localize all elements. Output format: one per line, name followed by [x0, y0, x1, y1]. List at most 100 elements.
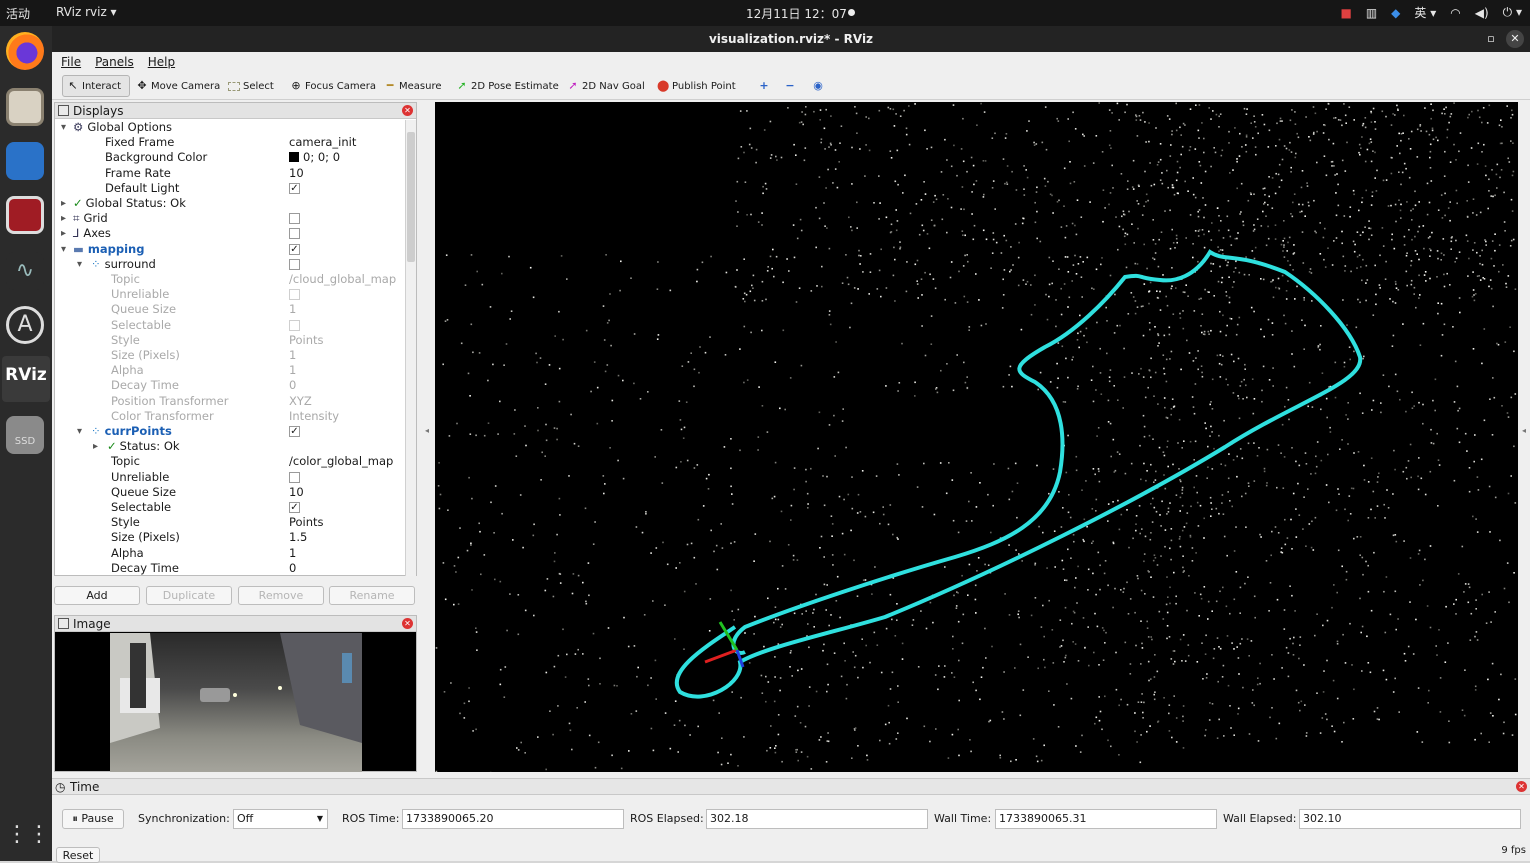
clock[interactable]: 12月11日 12：07	[746, 5, 847, 22]
remove-tool-button[interactable]: −	[780, 75, 800, 97]
scrollbar-thumb[interactable]	[407, 132, 415, 262]
tree-row[interactable]: Topic/cloud_global_map	[55, 272, 405, 287]
add-tool-button[interactable]: +	[754, 75, 774, 97]
wifi-icon[interactable]: ◠	[1450, 6, 1460, 20]
color-swatch[interactable]	[289, 152, 299, 162]
text-editor-icon[interactable]	[6, 142, 44, 180]
messenger-icon[interactable]: ◆	[1391, 6, 1400, 20]
property-value-cell[interactable]: XYZ	[289, 394, 312, 409]
tree-row[interactable]: Fixed Framecamera_init	[55, 135, 405, 150]
property-value-cell[interactable]: 0; 0; 0	[289, 150, 340, 165]
expand-down-icon[interactable]: ▾	[61, 242, 66, 257]
property-value-cell[interactable]: Points	[289, 515, 324, 530]
power-icon[interactable]: ⏻ ▾	[1503, 5, 1522, 20]
input-method-indicator[interactable]: 英 ▾	[1414, 4, 1436, 21]
expand-down-icon[interactable]: ▾	[77, 257, 82, 272]
close-panel-icon[interactable]: ✕	[402, 105, 413, 116]
property-value-cell[interactable]: 10	[289, 485, 304, 500]
tree-row[interactable]: ▾⁘surround	[55, 257, 405, 272]
property-value-cell[interactable]: /cloud_global_map	[289, 272, 396, 287]
tree-row[interactable]: StylePoints	[55, 515, 405, 530]
close-window-icon[interactable]: ✕	[1506, 30, 1524, 48]
property-value[interactable]: /cloud_global_map	[289, 272, 396, 286]
close-image-panel-icon[interactable]: ✕	[402, 618, 413, 629]
property-value-cell[interactable]: 0	[289, 561, 296, 576]
nav-goal-tool[interactable]: ➚2D Nav Goal	[563, 75, 649, 97]
tool-properties-button[interactable]: ◉	[808, 75, 828, 97]
property-value[interactable]: Points	[289, 515, 324, 529]
property-value-cell[interactable]: 10	[289, 166, 304, 181]
property-value-cell[interactable]: 1	[289, 546, 296, 561]
property-value-cell[interactable]: camera_init	[289, 135, 356, 150]
menu-help[interactable]: Help	[148, 52, 175, 72]
checkbox[interactable]	[289, 320, 300, 331]
checkbox[interactable]	[289, 259, 300, 270]
tree-row[interactable]: Default Light✓	[55, 181, 405, 196]
right-splitter-handle[interactable]: ◂	[1522, 426, 1526, 435]
tree-row[interactable]: ▾⁘currPoints✓	[55, 424, 405, 439]
show-apps-icon[interactable]: ⋮⋮⋮	[6, 816, 44, 854]
tree-row[interactable]: Queue Size1	[55, 302, 405, 317]
tree-row[interactable]: Alpha1	[55, 546, 405, 561]
interact-tool[interactable]: ↖Interact	[62, 75, 130, 97]
checkbox[interactable]	[289, 472, 300, 483]
tree-row[interactable]: ▾▬mapping✓	[55, 242, 405, 257]
remove-display-button[interactable]: Remove	[238, 586, 324, 605]
files-icon[interactable]	[6, 88, 44, 126]
tree-row[interactable]: ▸✓Global Status: Ok	[55, 196, 405, 211]
wall-time-field[interactable]: 1733890065.31	[995, 809, 1217, 829]
property-value-cell[interactable]: 1	[289, 363, 296, 378]
menu-file[interactable]: File	[61, 52, 81, 72]
tree-row[interactable]: Unreliable	[55, 287, 405, 302]
property-value[interactable]: 1.5	[289, 530, 307, 544]
rviz-app-icon[interactable]: RViz	[2, 356, 50, 402]
property-value-cell[interactable]: 0	[289, 378, 296, 393]
tree-row[interactable]: Frame Rate10	[55, 166, 405, 181]
expand-right-icon[interactable]: ▸	[93, 439, 98, 454]
checkbox[interactable]: ✓	[289, 426, 300, 437]
tree-row[interactable]: Queue Size10	[55, 485, 405, 500]
property-value[interactable]: 10	[289, 166, 304, 180]
checkbox[interactable]: ✓	[289, 502, 300, 513]
expand-right-icon[interactable]: ▸	[61, 226, 66, 241]
tree-row[interactable]: Background Color0; 0; 0	[55, 150, 405, 165]
tree-row[interactable]: Decay Time0	[55, 561, 405, 576]
property-value[interactable]: 1	[289, 546, 296, 560]
property-value-cell[interactable]: 1.5	[289, 530, 307, 545]
pause-button[interactable]: ⏸ Pause	[62, 809, 124, 829]
property-value[interactable]: 0	[289, 561, 296, 575]
chart-icon[interactable]: ▥	[1366, 6, 1377, 20]
rename-display-button[interactable]: Rename	[329, 586, 415, 605]
terminal-like-icon[interactable]	[6, 196, 44, 234]
property-value[interactable]: 1	[289, 302, 296, 316]
software-center-icon[interactable]: A	[6, 306, 44, 344]
select-tool[interactable]: Select	[224, 75, 278, 97]
3d-render-viewport[interactable]	[435, 102, 1518, 772]
menu-panels[interactable]: Panels	[95, 52, 134, 72]
property-value-cell[interactable]: Points	[289, 333, 324, 348]
property-value-cell[interactable]: 1	[289, 302, 296, 317]
tree-row[interactable]: Selectable✓	[55, 500, 405, 515]
checkbox[interactable]	[289, 289, 300, 300]
left-splitter-handle[interactable]: ◂	[425, 426, 429, 435]
system-monitor-icon[interactable]: ∿	[6, 252, 44, 290]
tree-row[interactable]: ▸✓Status: Ok	[55, 439, 405, 454]
pose-estimate-tool[interactable]: ➚2D Pose Estimate	[452, 75, 563, 97]
tree-row[interactable]: Position TransformerXYZ	[55, 394, 405, 409]
expand-down-icon[interactable]: ▾	[77, 424, 82, 439]
focus-camera-tool[interactable]: ⊕Focus Camera	[286, 75, 380, 97]
move-camera-tool[interactable]: ✥Move Camera	[132, 75, 224, 97]
duplicate-display-button[interactable]: Duplicate	[146, 586, 232, 605]
tree-row[interactable]: ▸⌗Grid	[55, 211, 405, 226]
checkbox[interactable]	[289, 213, 300, 224]
tree-row[interactable]: Unreliable	[55, 470, 405, 485]
property-value[interactable]: 1	[289, 348, 296, 362]
tree-row[interactable]: Topic/color_global_map	[55, 454, 405, 469]
measure-tool[interactable]: ━Measure	[380, 75, 446, 97]
publish-point-tool[interactable]: ⬤Publish Point	[653, 75, 740, 97]
tree-row[interactable]: ▾⚙Global Options	[55, 120, 405, 135]
property-value-cell[interactable]: Intensity	[289, 409, 339, 424]
property-value-cell[interactable]: /color_global_map	[289, 454, 393, 469]
checkbox[interactable]: ✓	[289, 244, 300, 255]
checkbox[interactable]	[289, 228, 300, 239]
